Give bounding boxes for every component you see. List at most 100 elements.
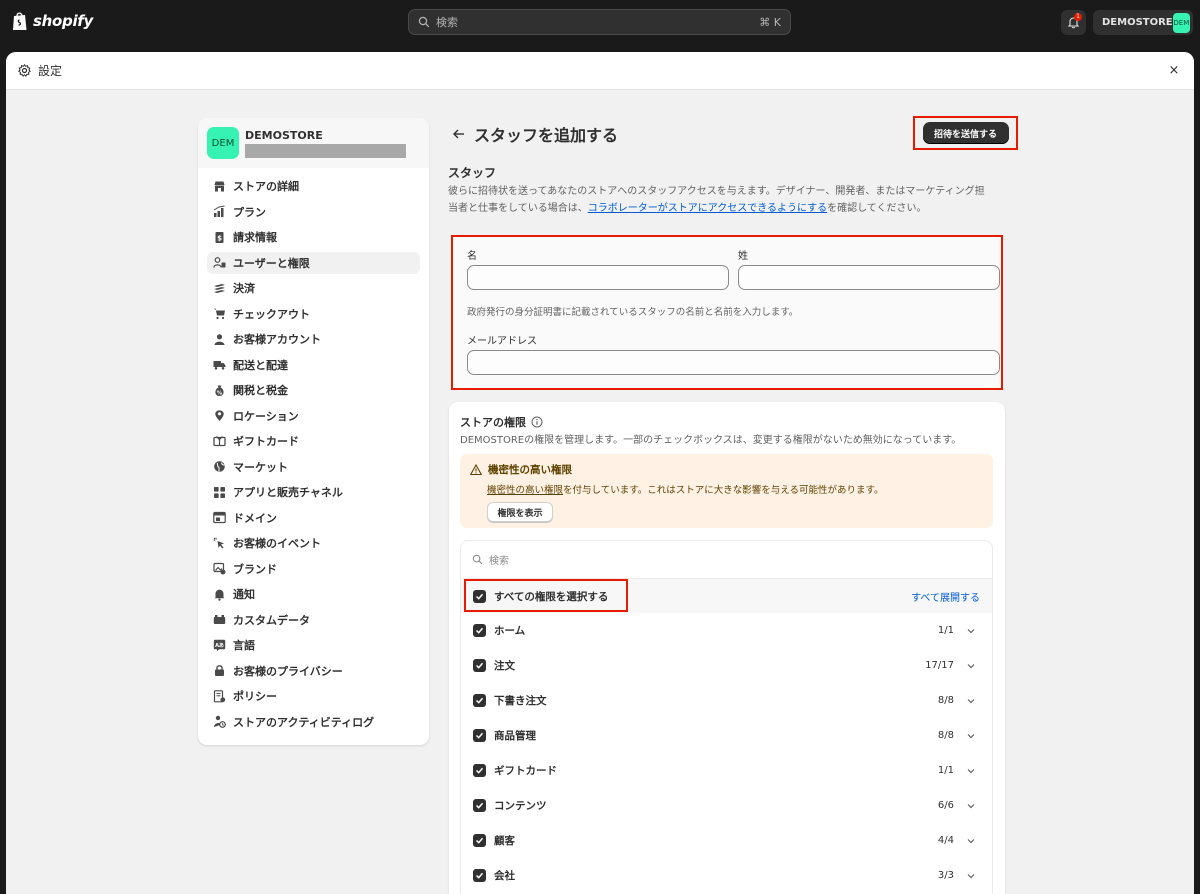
sensitive-permissions-link[interactable]: 機密性の高い権限 <box>487 485 563 496</box>
sidebar-item-lock[interactable]: お客様のプライバシー <box>207 660 420 682</box>
check-icon <box>475 837 484 844</box>
sidebar-item-brand[interactable]: ブランド <box>207 558 420 580</box>
permission-checkbox[interactable] <box>473 624 486 637</box>
chevron-down-icon[interactable] <box>966 766 976 776</box>
chevron-down-icon[interactable] <box>966 696 976 706</box>
permissions-heading: ストアの権限 <box>460 414 543 430</box>
sidebar-item-location[interactable]: ロケーション <box>207 405 420 427</box>
sidebar-item-label: プラン <box>233 205 266 219</box>
sidebar-item-cart[interactable]: チェックアウト <box>207 303 420 325</box>
close-icon[interactable]: × <box>1166 63 1182 79</box>
search-shortcut: ⌘ K <box>759 15 781 29</box>
cursor-icon <box>213 537 224 548</box>
sidebar-store-header[interactable]: DEM DEMOSTORE <box>198 118 429 168</box>
permission-row[interactable]: 会社 3/3 <box>461 858 992 893</box>
permission-row[interactable]: コンテンツ 6/6 <box>461 788 992 823</box>
expand-all-link[interactable]: すべて展開する <box>911 589 980 604</box>
chevron-down-icon[interactable] <box>966 801 976 811</box>
store-avatar: DEM <box>1172 12 1190 33</box>
chevron-down-icon[interactable] <box>966 661 976 671</box>
sidebar-item-billing[interactable]: $ 請求情報 <box>207 226 420 248</box>
store-menu-button[interactable]: DEMOSTORE DEM <box>1093 10 1193 35</box>
sidebar-item-tax[interactable]: % 関税と税金 <box>207 379 420 401</box>
sidebar-item-label: 言語 <box>233 639 255 652</box>
last-name-label: 姓 <box>738 251 748 262</box>
sidebar-item-store[interactable]: ストアの詳細 <box>207 175 420 197</box>
sidebar-item-domain[interactable]: ドメイン <box>207 507 420 529</box>
sidebar-item-language[interactable]: Aあ 言語 <box>207 634 420 656</box>
permission-checkbox[interactable] <box>473 799 486 812</box>
sidebar-item-data[interactable]: カスタムデータ <box>207 609 420 631</box>
svg-text:%: % <box>217 390 223 396</box>
check-icon <box>475 802 484 809</box>
sidebar-item-apps[interactable]: アプリと販売チャネル <box>207 481 420 503</box>
check-icon <box>475 662 484 669</box>
first-name-input[interactable] <box>467 265 729 290</box>
chevron-down-icon[interactable] <box>966 626 976 636</box>
permission-label: ホーム <box>494 625 526 637</box>
permission-row[interactable]: 注文 17/17 <box>461 648 992 683</box>
sidebar-item-gift-card[interactable]: ギフトカード <box>207 430 420 452</box>
global-search-input[interactable]: 検索 ⌘ K <box>408 9 791 35</box>
sidebar-item-payments[interactable]: 決済 <box>207 277 420 299</box>
sidebar-item-globe[interactable]: マーケット <box>207 456 420 478</box>
permission-checkbox[interactable] <box>473 659 486 672</box>
sidebar-item-activity[interactable]: ストアのアクティビティログ <box>207 711 420 733</box>
permission-row[interactable]: 顧客 4/4 <box>461 823 992 858</box>
warning-body: を付与しています。これはストアに大きな影響を与える可能性があります。 <box>563 485 884 496</box>
sensitive-permissions-banner: 機密性の高い権限 機密性の高い権限を付与しています。これはストアに大きな影響を与… <box>460 454 993 528</box>
permission-label: 注文 <box>494 660 515 672</box>
notifications-button[interactable]: 1 <box>1061 10 1086 35</box>
permission-checkbox[interactable] <box>473 694 486 707</box>
search-placeholder: 検索 <box>436 16 458 29</box>
page-title: スタッフを追加する <box>474 126 619 145</box>
staff-desc-text-end: を確認してください。 <box>827 203 927 214</box>
permission-checkbox[interactable] <box>473 729 486 742</box>
permission-checkbox[interactable] <box>473 764 486 777</box>
info-icon[interactable] <box>531 416 543 428</box>
select-all-checkbox[interactable] <box>473 589 486 603</box>
policy-icon <box>213 689 226 702</box>
permission-row[interactable]: ホーム 1/1 <box>461 613 992 648</box>
permission-row[interactable]: ギフトカード 1/1 <box>461 753 992 788</box>
arrow-left-icon[interactable] <box>452 127 466 141</box>
sidebar-item-truck[interactable]: 配送と配達 <box>207 354 420 376</box>
svg-text:Aあ: Aあ <box>215 641 224 648</box>
sidebar-item-bell[interactable]: 通知 <box>207 583 420 605</box>
permission-count: 17/17 <box>925 660 954 671</box>
sidebar-item-person[interactable]: お客様アカウント <box>207 328 420 350</box>
view-permissions-button[interactable]: 権限を表示 <box>487 502 553 522</box>
store-icon <box>214 181 225 191</box>
last-name-input[interactable] <box>738 265 1000 290</box>
warning-title-text: 機密性の高い権限 <box>488 464 572 476</box>
sidebar-item-plan[interactable]: プラン <box>207 201 420 223</box>
send-invite-highlight: 招待を送信する <box>913 116 1018 150</box>
bell-icon <box>214 589 225 601</box>
sidebar-item-cursor[interactable]: お客様のイベント <box>207 532 420 554</box>
chevron-down-icon[interactable] <box>966 836 976 846</box>
sidebar-store-avatar: DEM <box>207 127 239 159</box>
warning-text: 機密性の高い権限を付与しています。これはストアに大きな影響を与える可能性がありま… <box>487 482 884 496</box>
sidebar-item-label: マーケット <box>233 460 288 474</box>
gift-card-icon <box>213 435 226 446</box>
permission-checkbox[interactable] <box>473 834 486 847</box>
sidebar-item-users[interactable]: ユーザーと権限 <box>207 251 420 274</box>
permission-count: 3/3 <box>937 870 954 881</box>
permission-checkbox[interactable] <box>473 869 486 882</box>
sidebar-item-policy[interactable]: ポリシー <box>207 685 420 707</box>
store-permissions-card: ストアの権限 DEMOSTOREの権限を管理します。一部のチェックボックスは、変… <box>449 402 1005 894</box>
search-icon <box>472 554 483 565</box>
email-input[interactable] <box>467 350 1000 375</box>
settings-sidebar: DEM DEMOSTORE ストアの詳細プラン $ 請求情報ユーザーと権限 決済チェッ… <box>198 118 429 745</box>
shopify-logo[interactable]: shopify <box>12 11 93 31</box>
send-invite-button[interactable]: 招待を送信する <box>922 122 1009 144</box>
permissions-search-input[interactable]: 検索 <box>461 541 992 579</box>
chevron-down-icon[interactable] <box>966 871 976 881</box>
brand-icon <box>213 562 226 575</box>
permission-row[interactable]: 下書き注文 8/8 <box>461 683 992 718</box>
page-header: スタッフを追加する <box>452 122 618 146</box>
permission-row[interactable]: 商品管理 8/8 <box>461 718 992 753</box>
collaborator-link[interactable]: コラボレーターがストアにアクセスできるようにする <box>588 203 827 214</box>
warning-icon <box>470 463 482 475</box>
chevron-down-icon[interactable] <box>966 731 976 741</box>
